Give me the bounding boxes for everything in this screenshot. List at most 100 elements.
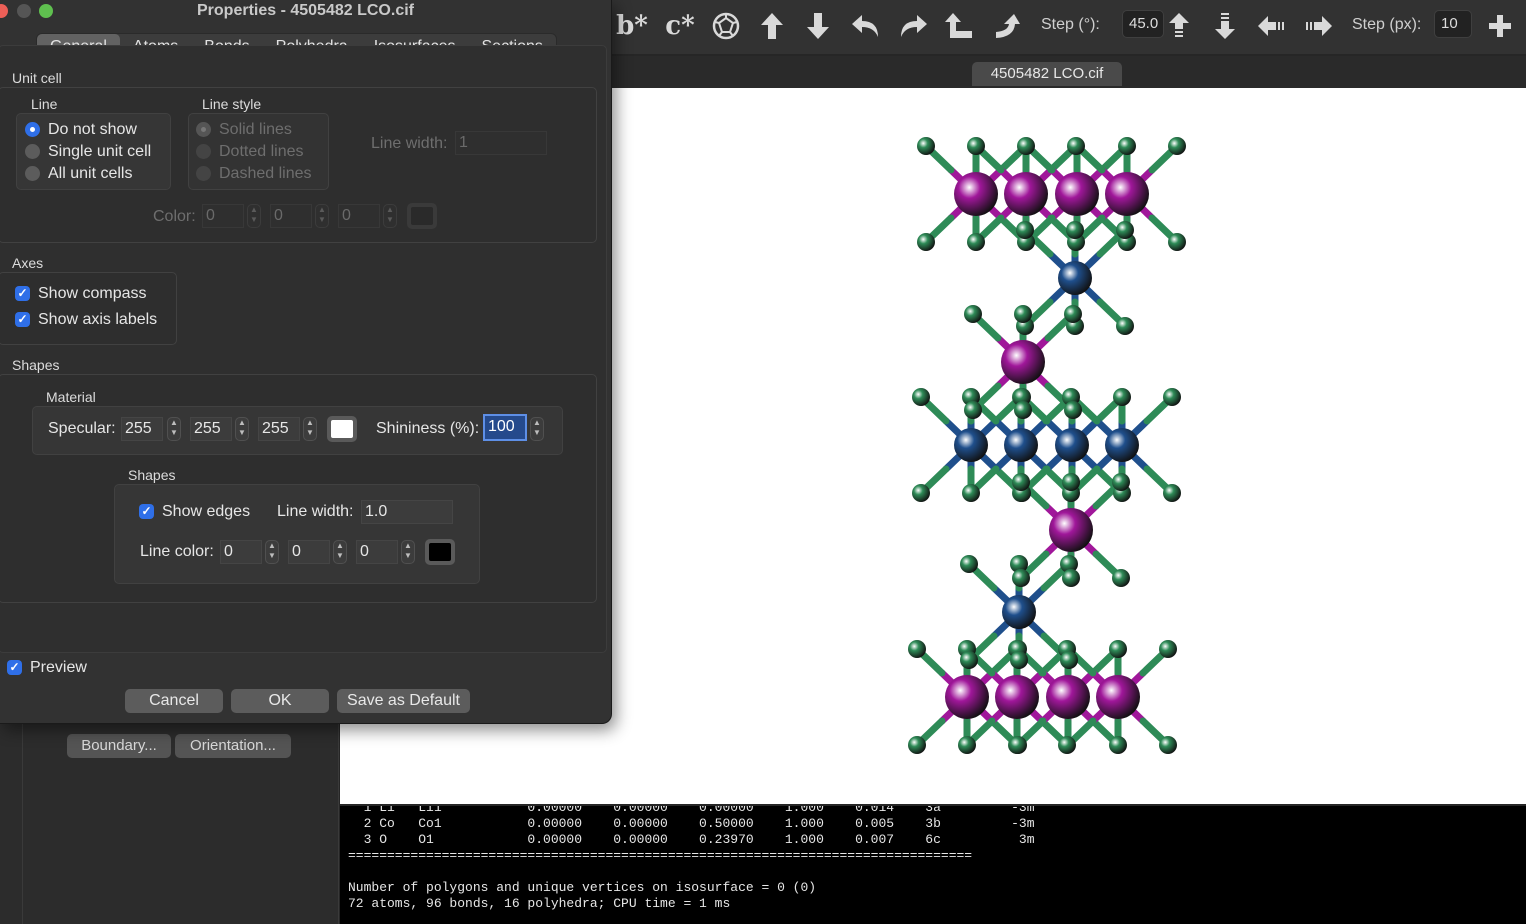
oxygen-atom[interactable] xyxy=(1168,233,1186,251)
lithium-atom[interactable] xyxy=(995,675,1039,719)
arrow-left-bar-icon[interactable] xyxy=(1254,8,1290,44)
unit-cell-color-b[interactable]: 0 xyxy=(338,204,380,228)
oxygen-atom[interactable] xyxy=(1112,569,1130,587)
oxygen-atom[interactable] xyxy=(962,484,980,502)
radio-do-not-show[interactable] xyxy=(25,122,40,137)
oxygen-atom[interactable] xyxy=(1012,569,1030,587)
oxygen-atom[interactable] xyxy=(1062,473,1080,491)
oxygen-atom[interactable] xyxy=(912,484,930,502)
specular-r-stepper[interactable]: ▲ ▼ xyxy=(167,417,181,441)
line-color-r-stepper[interactable]: ▲ ▼ xyxy=(265,540,279,564)
cobalt-atom[interactable] xyxy=(1002,595,1036,629)
oxygen-atom[interactable] xyxy=(1159,736,1177,754)
oxygen-atom[interactable] xyxy=(1066,221,1084,239)
cancel-button[interactable]: Cancel xyxy=(125,689,223,713)
unit-cell-color-g-stepper[interactable]: ▲ ▼ xyxy=(315,204,329,228)
oxygen-atom[interactable] xyxy=(1163,388,1181,406)
arrow-right-bar-icon[interactable] xyxy=(1300,8,1336,44)
oxygen-atom[interactable] xyxy=(1060,651,1078,669)
unit-cell-color-r-stepper[interactable]: ▲ ▼ xyxy=(247,204,261,228)
oxygen-atom[interactable] xyxy=(967,233,985,251)
oxygen-atom[interactable] xyxy=(1109,640,1127,658)
line-color-g-stepper[interactable]: ▲ ▼ xyxy=(333,540,347,564)
show-edges-label[interactable]: Show edges xyxy=(162,503,250,521)
oxygen-atom[interactable] xyxy=(1064,305,1082,323)
option-single-unit-cell[interactable]: Single unit cell xyxy=(48,143,151,161)
redo-right-icon[interactable] xyxy=(895,8,931,44)
radio-all-unit-cells[interactable] xyxy=(25,166,40,181)
oxygen-atom[interactable] xyxy=(1113,388,1131,406)
undo-left-icon[interactable] xyxy=(848,8,884,44)
option-all-unit-cells[interactable]: All unit cells xyxy=(48,165,132,183)
cobalt-atom[interactable] xyxy=(1105,428,1139,462)
oxygen-atom[interactable] xyxy=(964,305,982,323)
oxygen-atom[interactable] xyxy=(1116,221,1134,239)
oxygen-atom[interactable] xyxy=(1159,640,1177,658)
oxygen-atom[interactable] xyxy=(1064,401,1082,419)
step-px-input[interactable]: 10 xyxy=(1434,10,1472,38)
oxygen-atom[interactable] xyxy=(908,640,926,658)
lithium-atom[interactable] xyxy=(1105,172,1149,216)
plus-icon[interactable] xyxy=(1482,8,1518,44)
oxygen-atom[interactable] xyxy=(1012,473,1030,491)
preview-label[interactable]: Preview xyxy=(30,659,87,677)
step-deg-input[interactable]: 45.0 xyxy=(1122,10,1164,38)
lithium-atom[interactable] xyxy=(1049,508,1093,552)
lithium-atom[interactable] xyxy=(1004,172,1048,216)
oxygen-atom[interactable] xyxy=(917,137,935,155)
oxygen-atom[interactable] xyxy=(1067,137,1085,155)
c-star-button[interactable]: c* xyxy=(662,8,698,44)
oxygen-atom[interactable] xyxy=(1118,137,1136,155)
oxygen-atom[interactable] xyxy=(958,736,976,754)
specular-color-swatch[interactable] xyxy=(327,416,357,442)
show-compass-label[interactable]: Show compass xyxy=(38,285,147,303)
cobalt-atom[interactable] xyxy=(954,428,988,462)
arrow-down-icon[interactable] xyxy=(800,8,836,44)
oxygen-atom[interactable] xyxy=(917,233,935,251)
oxygen-atom[interactable] xyxy=(1163,484,1181,502)
line-color-b-field[interactable]: 0 xyxy=(356,540,398,564)
option-solid-lines[interactable]: Solid lines xyxy=(219,121,292,139)
line-color-swatch[interactable] xyxy=(425,539,455,565)
lithium-atom[interactable] xyxy=(1055,172,1099,216)
specular-b-stepper[interactable]: ▲ ▼ xyxy=(303,417,317,441)
rotate-cw-icon[interactable] xyxy=(988,8,1024,44)
boundary-button[interactable]: Boundary... xyxy=(67,734,171,758)
line-color-b-stepper[interactable]: ▲ ▼ xyxy=(401,540,415,564)
specular-b-field[interactable]: 255 xyxy=(258,417,300,441)
oxygen-atom[interactable] xyxy=(1058,736,1076,754)
radio-dashed-lines[interactable] xyxy=(196,166,211,181)
radio-solid-lines[interactable] xyxy=(196,122,211,137)
show-axis-labels-label[interactable]: Show axis labels xyxy=(38,311,157,329)
line-color-r-field[interactable]: 0 xyxy=(220,540,262,564)
shapes-line-width-field[interactable]: 1.0 xyxy=(361,500,453,524)
oxygen-atom[interactable] xyxy=(1109,736,1127,754)
oxygen-atom[interactable] xyxy=(1009,736,1027,754)
oxygen-atom[interactable] xyxy=(1014,305,1032,323)
show-edges-checkbox[interactable]: ✓ xyxy=(139,504,154,519)
lithium-atom[interactable] xyxy=(945,675,989,719)
unit-cell-line-width-field[interactable]: 1 xyxy=(455,131,547,155)
unit-cell-color-r[interactable]: 0 xyxy=(202,204,244,228)
lithium-atom[interactable] xyxy=(954,172,998,216)
cobalt-atom[interactable] xyxy=(1058,261,1092,295)
option-dashed-lines[interactable]: Dashed lines xyxy=(219,165,312,183)
oxygen-atom[interactable] xyxy=(912,388,930,406)
oxygen-atom[interactable] xyxy=(960,555,978,573)
show-compass-checkbox[interactable]: ✓ xyxy=(15,286,30,301)
show-axis-labels-checkbox[interactable]: ✓ xyxy=(15,312,30,327)
save-as-default-button[interactable]: Save as Default xyxy=(337,689,470,713)
unit-cell-color-b-stepper[interactable]: ▲ ▼ xyxy=(383,204,397,228)
option-dotted-lines[interactable]: Dotted lines xyxy=(219,143,304,161)
radio-dotted-lines[interactable] xyxy=(196,144,211,159)
lithium-atom[interactable] xyxy=(1046,675,1090,719)
ok-button[interactable]: OK xyxy=(231,689,329,713)
unit-cell-color-g[interactable]: 0 xyxy=(270,204,312,228)
option-do-not-show[interactable]: Do not show xyxy=(48,121,137,139)
oxygen-atom[interactable] xyxy=(1062,569,1080,587)
cobalt-atom[interactable] xyxy=(1004,428,1038,462)
preview-checkbox[interactable]: ✓ xyxy=(7,660,22,675)
arrow-up-icon[interactable] xyxy=(754,8,790,44)
oxygen-atom[interactable] xyxy=(1116,317,1134,335)
oxygen-atom[interactable] xyxy=(1017,137,1035,155)
